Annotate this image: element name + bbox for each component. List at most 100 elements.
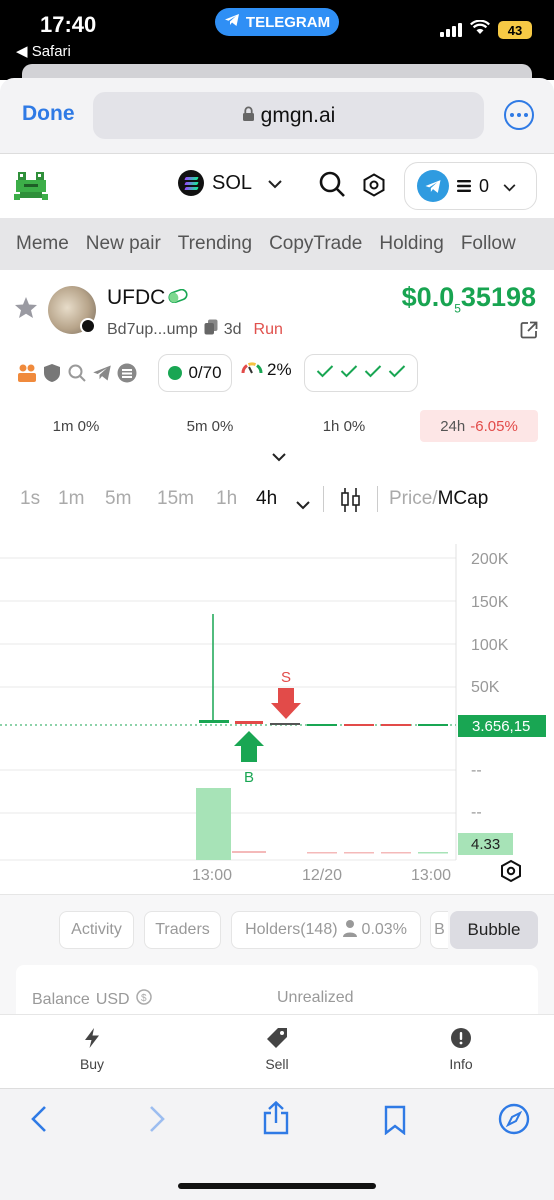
star-icon[interactable] (14, 296, 38, 324)
check-icon (316, 364, 334, 383)
telegram-pill[interactable]: TELEGRAM (215, 8, 339, 36)
copy-icon[interactable] (204, 319, 218, 340)
holder-person-icon (342, 919, 358, 942)
timeframe-1s[interactable]: 1s (20, 488, 40, 510)
info-label: Info (449, 1056, 473, 1072)
timeframe-1h[interactable]: 1h (216, 488, 237, 510)
gauge-value: 2% (267, 360, 292, 379)
currency-switch-icon[interactable]: $ (135, 989, 152, 1010)
forward-chevron-icon[interactable] (148, 1105, 166, 1138)
price-mcap-toggle[interactable]: Price/MCap (389, 488, 488, 510)
timeframe-1m[interactable]: 1m (58, 488, 84, 510)
token-detail-tabs: Activity Traders Holders(148) 0.03% B Bu… (0, 894, 554, 1025)
telegram-icon (224, 13, 240, 31)
token-address: Bd7up...ump (107, 320, 198, 338)
tab-activity[interactable]: Activity (59, 911, 134, 949)
chart-settings-icon[interactable] (501, 859, 521, 883)
dev-team-icon[interactable] (16, 362, 38, 384)
chevron-down-icon[interactable] (296, 494, 310, 516)
tab-bubble[interactable]: Bubble (450, 911, 538, 949)
timeframe-4h[interactable]: 4h (256, 488, 277, 510)
list-icon[interactable] (116, 362, 138, 384)
tab-traders[interactable]: Traders (144, 911, 221, 949)
price-option: Price (389, 488, 433, 509)
volume-bar (307, 852, 337, 854)
battery-indicator: 43 (498, 21, 532, 39)
token-tools: 0/70 2% (0, 352, 554, 394)
y-tick-label: 100K (471, 637, 509, 654)
candlestick-icon[interactable] (340, 487, 362, 519)
pump-pill-icon (168, 288, 188, 308)
chain-selector[interactable]: SOL (178, 170, 282, 196)
period-label: 5m (186, 417, 208, 435)
price-change-periods: 1m 0% 5m 0% 1h 0% 24h -6.05% (0, 408, 554, 442)
lock-icon (242, 104, 255, 128)
buy-button[interactable]: Buy (52, 1027, 132, 1072)
expand-chevron-icon[interactable] (270, 450, 288, 468)
done-button[interactable]: Done (22, 102, 75, 126)
back-to-app[interactable]: ◀ Safari (16, 42, 71, 60)
period-1m[interactable]: 1m 0% (26, 410, 126, 442)
search-icon[interactable] (318, 170, 346, 203)
compass-icon[interactable] (498, 1103, 530, 1140)
candle (307, 724, 337, 726)
bookmarks-icon[interactable] (383, 1105, 407, 1140)
nav-item-new-pair[interactable]: New pair (86, 233, 161, 255)
volume-bar (196, 788, 231, 860)
tag-icon (266, 1027, 288, 1052)
period-value: 0% (77, 417, 100, 435)
timeframe-15m[interactable]: 15m (157, 488, 194, 510)
security-checks-chip[interactable] (304, 354, 418, 392)
risk-gauge[interactable]: 2% (241, 360, 292, 380)
candle (235, 721, 263, 724)
nav-item-trending[interactable]: Trending (178, 233, 252, 255)
telegram-icon[interactable] (91, 362, 113, 384)
solana-icon (178, 170, 204, 196)
balance-title: Balance (32, 990, 90, 1008)
y-tick-label: 150K (471, 594, 509, 611)
timeframe-5m[interactable]: 5m (105, 488, 131, 510)
nav-item-follow[interactable]: Follow (461, 233, 516, 255)
sell-button[interactable]: Sell (237, 1027, 317, 1072)
period-value: 0% (211, 417, 234, 435)
tab-truncated[interactable]: B (430, 911, 448, 949)
y-tick-label: 50K (471, 679, 500, 696)
period-5m[interactable]: 5m 0% (160, 410, 260, 442)
buy-marker-label: B (244, 769, 254, 786)
telegram-wallet-button[interactable]: 0 (404, 162, 537, 210)
safari-bottom-toolbar (0, 1088, 554, 1200)
sell-arrow-icon (271, 688, 301, 719)
tab-holders[interactable]: Holders(148) 0.03% (231, 911, 421, 949)
wallet-stack-icon (457, 176, 471, 197)
volume-bar (344, 852, 374, 854)
period-label: 24h (440, 417, 466, 435)
period-value: -6.05% (470, 417, 518, 435)
buy-label: Buy (79, 1056, 105, 1072)
insider-holders-chip[interactable]: 0/70 (158, 354, 232, 392)
shield-icon[interactable] (41, 362, 63, 384)
current-price-tag-text: 3.656,15 (472, 718, 530, 735)
nav-item-copytrade[interactable]: CopyTrade (269, 233, 362, 255)
info-button[interactable]: Info (421, 1027, 501, 1072)
nav-item-meme[interactable]: Meme (16, 233, 69, 255)
period-1h[interactable]: 1h 0% (294, 410, 394, 442)
period-24h[interactable]: 24h -6.05% (420, 410, 538, 442)
candle (344, 724, 374, 726)
url-bar[interactable]: gmgn.ai (93, 92, 484, 139)
external-link-icon[interactable] (520, 321, 538, 344)
wallet-balance: 0 (479, 175, 490, 196)
settings-icon[interactable] (362, 173, 386, 202)
lightning-icon (83, 1027, 101, 1052)
signal-icon (440, 23, 462, 37)
candle (199, 720, 229, 723)
more-options-icon[interactable] (504, 100, 534, 130)
share-icon[interactable] (262, 1100, 290, 1140)
back-chevron-icon[interactable] (30, 1105, 48, 1138)
price-chart[interactable]: 200K 150K 100K 50K -- -- S B 3.656,15 4.… (0, 530, 554, 890)
gmgn-frog-logo[interactable] (14, 168, 50, 207)
telegram-icon (417, 170, 449, 202)
check-icon (388, 364, 406, 383)
unrealized-label: Unrealized (277, 989, 354, 1006)
nav-item-holding[interactable]: Holding (379, 233, 443, 255)
search-icon[interactable] (66, 362, 88, 384)
